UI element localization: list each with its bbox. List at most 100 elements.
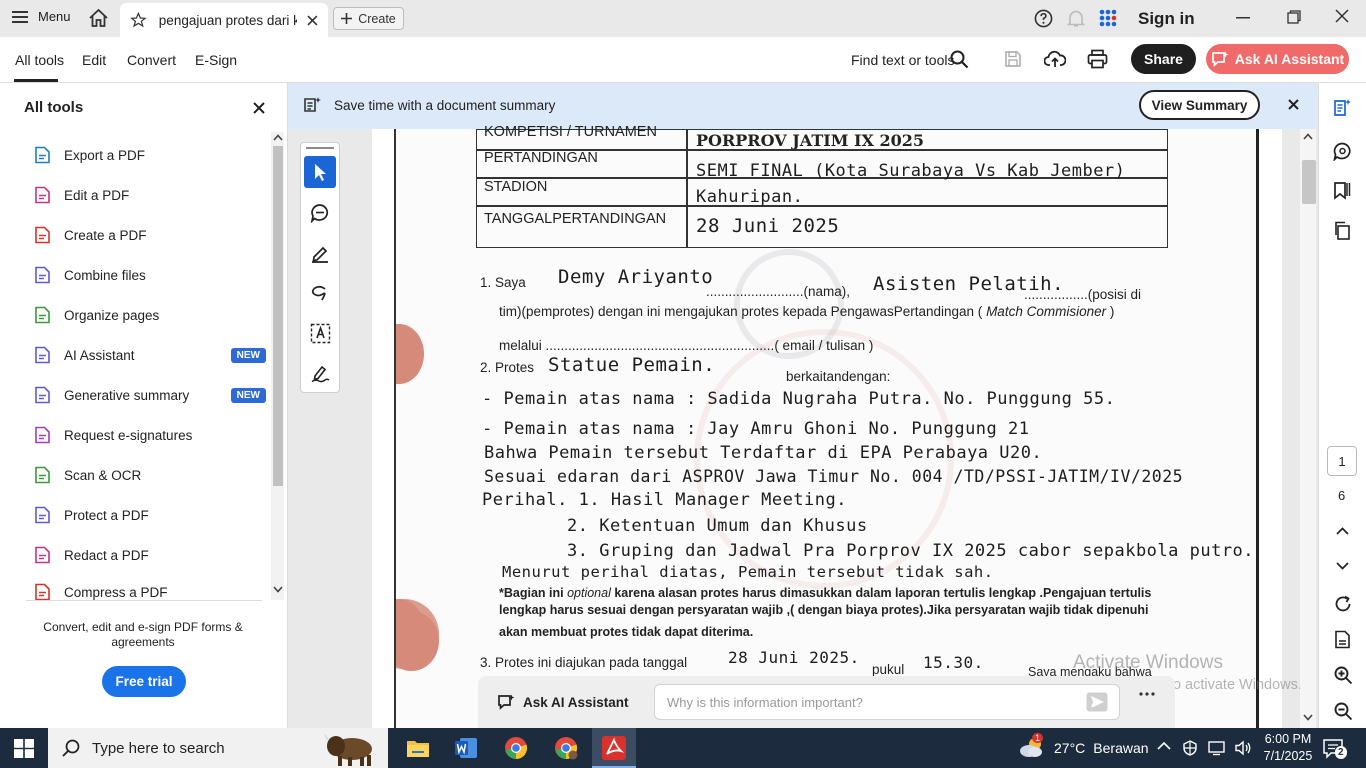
ai-bar-label[interactable]: Ask AI Assistant <box>497 694 629 711</box>
compress-pdf-icon <box>35 583 50 601</box>
apps-grid-icon[interactable] <box>1099 9 1117 27</box>
note-text: lengkap harus sesuai dengan persyaratan … <box>499 603 1149 617</box>
promo-text: Convert, edit and e-sign PDF forms & agr… <box>43 620 243 649</box>
nav-esign[interactable]: E-Sign <box>195 52 237 68</box>
restore-icon[interactable] <box>1287 10 1301 24</box>
zoom-out-icon[interactable] <box>1334 702 1353 721</box>
share-button[interactable]: Share <box>1131 44 1196 74</box>
taskbar-file-explorer[interactable] <box>396 728 440 768</box>
quick-tools-handle[interactable] <box>306 147 334 149</box>
tool-item[interactable]: Combine files <box>34 263 266 287</box>
close-tab-icon[interactable] <box>307 14 318 26</box>
panel-scroll-thumb[interactable] <box>273 146 283 486</box>
close-banner-icon[interactable] <box>1288 99 1299 110</box>
scroll-down-arrow-icon[interactable] <box>273 586 283 593</box>
network-icon[interactable] <box>1208 740 1225 756</box>
tool-item[interactable]: Organize pages <box>34 303 266 327</box>
taskbar-chrome[interactable] <box>494 728 538 768</box>
scan-edge <box>394 129 396 728</box>
tool-item[interactable]: Create a PDF <box>34 223 266 247</box>
ask-ai-assistant-button[interactable]: Ask AI Assistant <box>1206 44 1349 74</box>
create-button[interactable]: Create <box>333 7 404 30</box>
volume-icon[interactable] <box>1235 740 1252 756</box>
plus-icon <box>341 13 353 24</box>
note-text: *Bagian ini optional karena alasan prote… <box>499 586 1151 600</box>
bell-icon[interactable] <box>1067 9 1085 28</box>
sign-in-link[interactable]: Sign in <box>1138 9 1195 29</box>
tool-item[interactable]: Export a PDF <box>34 143 266 167</box>
form-text-italic: Match Commisioner <box>986 304 1107 319</box>
free-trial-button[interactable]: Free trial <box>102 666 186 697</box>
save-icon[interactable] <box>1004 50 1022 68</box>
help-icon[interactable] <box>1034 9 1053 28</box>
tool-item[interactable]: Request e-signatures <box>34 423 266 447</box>
folder-icon <box>407 741 429 757</box>
taskbar-word[interactable] <box>444 728 488 768</box>
window-close-icon[interactable] <box>1335 9 1349 23</box>
nav-edit[interactable]: Edit <box>82 52 106 68</box>
close-panel-icon[interactable] <box>253 102 265 114</box>
taskbar-chrome-profile[interactable] <box>544 728 588 768</box>
security-icon[interactable] <box>1182 740 1198 756</box>
panel-divider <box>26 600 262 601</box>
minimize-icon[interactable] <box>1236 17 1250 19</box>
rotate-icon[interactable] <box>1334 595 1352 613</box>
nav-convert[interactable]: Convert <box>127 52 176 68</box>
document-scrollbar[interactable] <box>1300 129 1316 728</box>
tool-item[interactable]: Edit a PDF <box>34 183 266 207</box>
handwritten-line: 2. Ketentuan Umum dan Khusus <box>567 516 868 536</box>
new-badge: NEW <box>230 387 266 403</box>
document-scroll-thumb[interactable] <box>1302 160 1316 204</box>
table-label: TANGGALPERTANDINGAN <box>484 211 667 227</box>
sign-tool-icon[interactable] <box>310 363 331 383</box>
draw-freehand-icon[interactable] <box>310 283 330 303</box>
print-icon[interactable] <box>1087 49 1108 69</box>
view-summary-button[interactable]: View Summary <box>1139 90 1260 120</box>
cloud-upload-icon[interactable] <box>1044 49 1066 69</box>
table-col-divider <box>686 129 688 248</box>
tool-item[interactable]: Compress a PDF <box>34 583 266 601</box>
add-comment-icon[interactable] <box>310 203 330 223</box>
show-hidden-icons-icon[interactable] <box>1157 741 1171 750</box>
zoom-in-icon[interactable] <box>1334 666 1353 685</box>
windows-start-icon[interactable] <box>14 739 34 758</box>
menu-button[interactable]: Menu <box>12 9 71 24</box>
bison-widget-icon[interactable] <box>322 730 386 768</box>
scroll-down-arrow-icon[interactable] <box>1303 714 1313 721</box>
tool-item[interactable]: Generative summary NEW <box>34 383 266 407</box>
nav-all-tools[interactable]: All tools <box>15 52 64 68</box>
comment-icon[interactable] <box>1333 142 1352 161</box>
tool-item[interactable]: Scan & OCR <box>34 463 266 487</box>
find-text-label[interactable]: Find text or tools <box>851 52 955 68</box>
text-box-icon[interactable] <box>310 323 331 344</box>
copy-pages-icon[interactable] <box>1333 221 1352 240</box>
generative-summary-icon[interactable] <box>1333 98 1352 117</box>
home-icon[interactable] <box>88 8 109 28</box>
banner-text: Save time with a document summary <box>334 98 556 113</box>
highlight-pen-icon[interactable] <box>310 243 330 263</box>
weather-widget[interactable]: 1 27°C Berawan <box>1018 733 1149 760</box>
scroll-up-arrow-icon[interactable] <box>273 134 283 141</box>
previous-page-icon[interactable] <box>1336 527 1349 535</box>
search-icon[interactable] <box>950 50 969 69</box>
table-value: PORPROV JATIM IX 2025 <box>696 131 925 150</box>
clock[interactable]: 6:00 PM 7/1/2025 <box>1258 731 1318 765</box>
current-page-input[interactable]: 1 <box>1327 446 1357 476</box>
star-icon[interactable] <box>130 12 147 28</box>
scroll-up-arrow-icon[interactable] <box>1303 133 1313 140</box>
select-tool[interactable] <box>304 156 336 188</box>
tool-item[interactable]: Redact a PDF <box>34 543 266 567</box>
tool-label: Export a PDF <box>64 147 146 163</box>
tool-item[interactable]: AI Assistant NEW <box>34 343 266 367</box>
notification-center-icon[interactable]: 2 <box>1323 738 1347 760</box>
next-page-icon[interactable] <box>1336 562 1349 570</box>
taskbar-acrobat[interactable] <box>592 728 636 768</box>
tool-item[interactable]: Protect a PDF <box>34 503 266 527</box>
more-options-icon[interactable] <box>1139 692 1155 696</box>
bookmark-icon[interactable] <box>1333 181 1352 200</box>
generative-summary-icon <box>35 386 50 404</box>
page-thumbnail-icon[interactable] <box>1334 630 1352 649</box>
document-tab[interactable]: pengajuan protes dari k... <box>120 3 328 37</box>
send-icon[interactable] <box>1086 692 1108 712</box>
ai-question-input[interactable]: Why is this information important? <box>654 684 1120 720</box>
